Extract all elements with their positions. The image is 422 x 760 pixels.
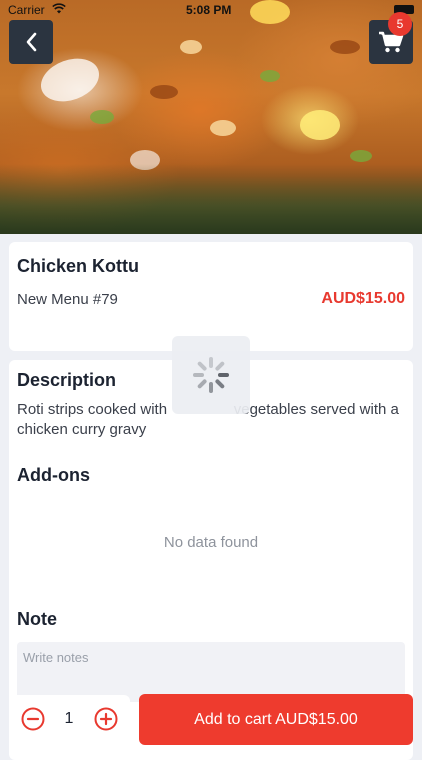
spinner-icon [193, 357, 229, 393]
item-subtitle: New Menu #79 [17, 291, 118, 308]
status-bar: Carrier 5:08 PM [0, 0, 422, 22]
carrier-label: Carrier [8, 3, 45, 17]
food-image [0, 0, 422, 234]
wifi-icon [52, 3, 66, 14]
minus-circle-icon[interactable] [21, 707, 45, 731]
note-heading: Note [17, 609, 57, 629]
status-time: 5:08 PM [186, 3, 232, 17]
loading-overlay [172, 336, 250, 414]
item-name: Chicken Kottu [17, 256, 140, 276]
item-card: Chicken Kottu New Menu #79 AUD$15.00 [9, 242, 413, 351]
back-button[interactable] [9, 20, 53, 64]
quantity-stepper: 1 [9, 695, 130, 745]
cart-count-badge: 5 [388, 12, 412, 36]
add-to-cart-button[interactable]: Add to cart AUD$15.00 [139, 694, 413, 745]
chevron-left-icon [26, 32, 37, 52]
item-price: AUD$15.00 [321, 290, 405, 307]
addons-heading: Add-ons [17, 465, 90, 485]
plus-circle-icon[interactable] [94, 707, 118, 731]
quantity-value: 1 [64, 710, 74, 727]
addons-empty-message: No data found [163, 534, 259, 551]
description-heading: Description [17, 370, 117, 390]
note-input[interactable] [17, 642, 405, 702]
